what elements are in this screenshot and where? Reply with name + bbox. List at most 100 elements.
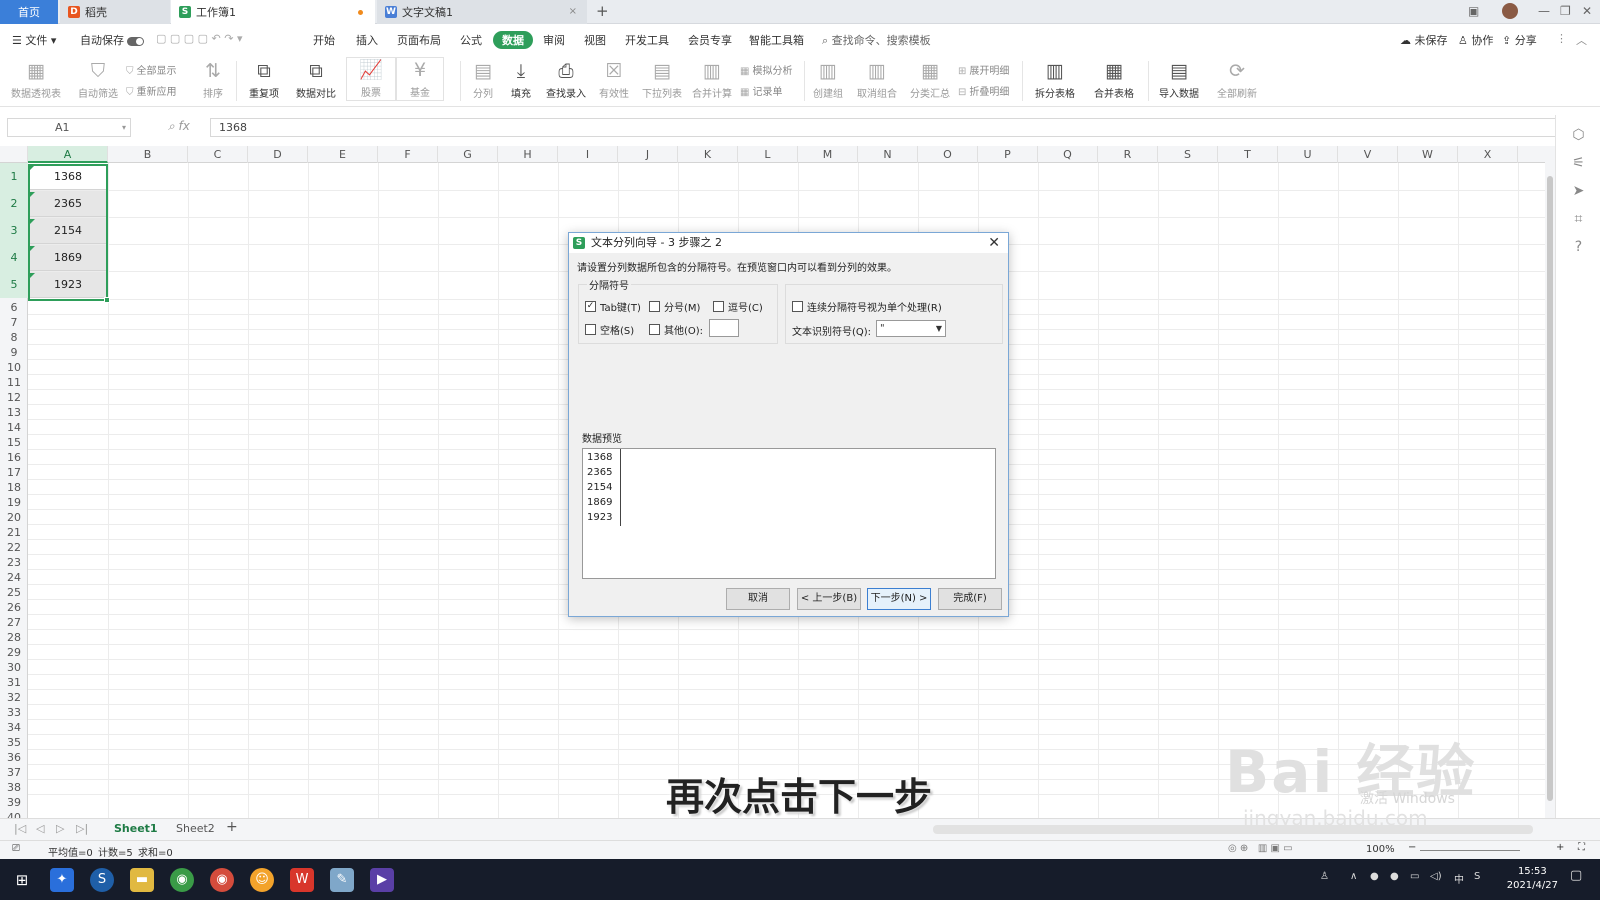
row-header[interactable]: 29 — [0, 645, 28, 660]
dialog-close-icon[interactable]: ✕ — [988, 233, 1000, 253]
collapse-ribbon-icon[interactable]: ︿ — [1576, 32, 1587, 48]
row-header[interactable]: 39 — [0, 795, 28, 810]
scroll-thumb[interactable] — [1547, 176, 1553, 801]
col-header[interactable]: P — [978, 146, 1038, 163]
show-all-button[interactable]: ⛉ 全部显示 — [126, 62, 177, 77]
name-box[interactable]: A1 ▾ — [7, 118, 131, 137]
tab-home[interactable]: 首页 — [0, 0, 58, 24]
status-icon[interactable]: ⎚ — [12, 843, 20, 854]
notification-icon[interactable]: ▢ — [1570, 868, 1582, 883]
row-header[interactable]: 23 — [0, 555, 28, 570]
windows-start-icon[interactable]: ⊞ — [10, 868, 34, 892]
row-header[interactable]: 31 — [0, 675, 28, 690]
col-header[interactable]: N — [858, 146, 918, 163]
menu-insert[interactable]: 插入 — [356, 32, 378, 48]
row-header[interactable]: 25 — [0, 585, 28, 600]
media-player-icon[interactable]: ▶ — [370, 868, 394, 892]
add-sheet-icon[interactable]: + — [226, 819, 238, 835]
tab-document[interactable]: W 文字文稿1 × — [377, 0, 587, 24]
split-column-button[interactable]: ▤ 分列 — [468, 59, 498, 100]
comma-checkbox[interactable]: 逗号(C) — [713, 299, 763, 314]
close-tab-icon[interactable]: × — [569, 6, 577, 17]
refresh-all-button[interactable]: ⟳ 全部刷新 — [1212, 59, 1262, 100]
row-header[interactable]: 30 — [0, 660, 28, 675]
col-header[interactable]: E — [308, 146, 378, 163]
row-header[interactable]: 27 — [0, 615, 28, 630]
file-explorer-icon[interactable]: ▬ — [130, 868, 154, 892]
formula-input[interactable]: 1368 — [210, 118, 1561, 137]
col-header[interactable]: J — [618, 146, 678, 163]
more-icon[interactable]: ⋮ — [1556, 32, 1567, 45]
create-group-button[interactable]: ▥ 创建组 — [810, 59, 846, 100]
sidebar-help-icon[interactable]: ? — [1556, 239, 1600, 255]
fullscreen-icon[interactable]: ⛶ — [1578, 842, 1585, 853]
row-header[interactable]: 13 — [0, 405, 28, 420]
row-header[interactable]: 10 — [0, 360, 28, 375]
menu-view[interactable]: 视图 — [584, 32, 606, 48]
cancel-button[interactable]: 取消 — [726, 588, 790, 610]
wps-icon[interactable]: W — [290, 868, 314, 892]
file-menu[interactable]: ☰ 文件 ▾ — [12, 32, 56, 48]
cell-a3[interactable]: 2154 — [29, 218, 107, 244]
col-header[interactable]: D — [248, 146, 308, 163]
tab-docer[interactable]: D 稻壳 — [60, 0, 170, 24]
chat-icon[interactable]: ☺ — [250, 868, 274, 892]
col-header[interactable]: V — [1338, 146, 1398, 163]
volume-icon[interactable]: ◁) — [1430, 871, 1442, 882]
finish-button[interactable]: 完成(F) — [938, 588, 1002, 610]
record-form-button[interactable]: ▦ 记录单 — [740, 83, 782, 98]
row-header[interactable]: 14 — [0, 420, 28, 435]
dialog-titlebar[interactable]: S 文本分列向导 - 3 步骤之 2 ✕ — [569, 233, 1008, 253]
autofilter-button[interactable]: ⛉ 自动筛选 — [76, 59, 120, 100]
sidebar-select-icon[interactable]: ➤ — [1556, 183, 1600, 199]
stock-button[interactable]: 📈 股票 — [346, 57, 396, 101]
ungroup-button[interactable]: ▥ 取消组合 — [852, 59, 902, 100]
data-preview[interactable]: 1368 2365 2154 1869 1923 — [582, 448, 996, 579]
horizontal-scrollbar[interactable] — [933, 825, 1533, 834]
tray-app-icon[interactable]: ● — [1370, 871, 1379, 882]
prev-sheet-icon[interactable]: ◁ — [36, 822, 44, 835]
restore-icon[interactable]: ❐ — [1560, 4, 1571, 18]
tab-checkbox[interactable]: ✓ Tab键(T) — [585, 299, 641, 314]
lookup-entry-button[interactable]: ⎙ 查找录入 — [544, 59, 588, 100]
semicolon-checkbox[interactable]: 分号(M) — [649, 299, 700, 314]
collab-button[interactable]: ♙ 协作 — [1458, 32, 1493, 48]
menu-member[interactable]: 会员专享 — [688, 32, 732, 48]
network-icon[interactable]: ▭ — [1410, 871, 1419, 882]
autosave-toggle[interactable]: 自动保存 — [80, 32, 144, 48]
pivot-table-button[interactable]: ▦ 数据透视表 — [10, 59, 62, 100]
merge-table-button[interactable]: ▦ 合并表格 — [1088, 59, 1140, 100]
simulate-button[interactable]: ▦ 模拟分析 — [740, 62, 792, 77]
row-header[interactable]: 33 — [0, 705, 28, 720]
row-header[interactable]: 9 — [0, 345, 28, 360]
row-header[interactable]: 7 — [0, 315, 28, 330]
next-button[interactable]: 下一步(N) > — [867, 588, 931, 610]
row-header[interactable]: 2 — [0, 190, 28, 217]
zoom-in-icon[interactable]: + — [1556, 842, 1564, 853]
expand-detail-button[interactable]: ⊞ 展开明细 — [958, 62, 1009, 77]
unsaved-button[interactable]: ☁ 未保存 — [1400, 32, 1448, 48]
share-button[interactable]: ⇪ 分享 — [1502, 32, 1537, 48]
menu-smart-tools[interactable]: 智能工具箱 — [749, 32, 804, 48]
select-all-corner[interactable] — [0, 146, 28, 163]
import-data-button[interactable]: ▤ 导入数据 — [1154, 59, 1204, 100]
avatar[interactable] — [1502, 3, 1518, 19]
layout-icon[interactable]: ▣ — [1468, 4, 1479, 18]
zoom-level[interactable]: 100% — [1366, 844, 1395, 855]
fill-button[interactable]: ⤓ 填充 — [506, 59, 536, 100]
row-header[interactable]: 35 — [0, 735, 28, 750]
row-header[interactable]: 15 — [0, 435, 28, 450]
row-header[interactable]: 38 — [0, 780, 28, 795]
qualifier-select[interactable]: " ▼ — [876, 320, 946, 337]
col-header[interactable]: B — [108, 146, 188, 163]
sidebar-style-icon[interactable]: ⬡ — [1556, 127, 1600, 143]
col-header[interactable]: L — [738, 146, 798, 163]
notepad-icon[interactable]: ✎ — [330, 868, 354, 892]
row-header[interactable]: 24 — [0, 570, 28, 585]
col-header[interactable]: I — [558, 146, 618, 163]
view-mode-icons[interactable]: ◎ ⊕ ▥ ▣ ▭ — [1228, 843, 1293, 854]
cell-a5[interactable]: 1923 — [29, 272, 107, 298]
sidebar-backup-icon[interactable]: ⌗ — [1556, 211, 1600, 227]
consolidate-button[interactable]: ▥ 合并计算 — [690, 59, 734, 100]
command-search[interactable]: ⌕ 查找命令、搜索模板 — [822, 32, 931, 48]
